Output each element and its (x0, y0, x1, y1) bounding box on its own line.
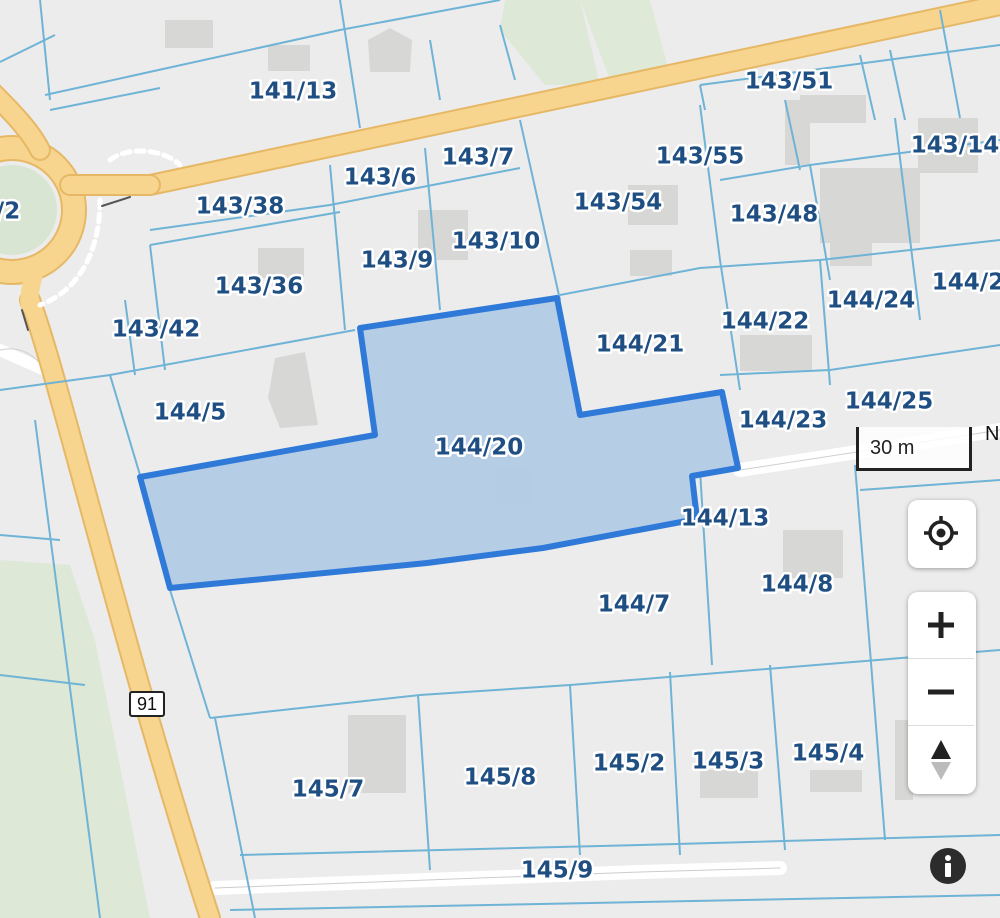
parcel-label[interactable]: 144/25 (842, 386, 935, 417)
parcel-label[interactable]: 143/10 (449, 226, 542, 257)
parcel-label[interactable]: 144/2 (929, 267, 1000, 298)
info-icon (945, 855, 951, 877)
parcel-label[interactable]: 141/13 (246, 76, 339, 107)
parcel-label[interactable]: 143/14 (908, 130, 1000, 161)
parcel-label[interactable]: 143/7 (439, 142, 516, 173)
scale-bar: 30 m (856, 427, 974, 473)
parcel-label[interactable]: 144/23 (736, 405, 829, 436)
compass-button[interactable] (908, 726, 974, 794)
parcel-label[interactable]: 143/38 (193, 191, 286, 222)
parcel-label[interactable]: 143/48 (727, 199, 820, 230)
parcel-label[interactable]: 143/51 (742, 66, 835, 97)
parcel-label[interactable]: 145/7 (289, 774, 366, 805)
parcel-label[interactable]: 144/20 (432, 432, 525, 463)
parcel-label[interactable]: 144/7 (595, 589, 672, 620)
plus-icon (928, 612, 954, 638)
scale-label: 30 m (870, 437, 915, 459)
parcel-label[interactable]: 143/55 (653, 141, 746, 172)
info-button[interactable] (930, 848, 966, 884)
parcel-label[interactable]: 144/5 (151, 397, 228, 428)
parcel-label[interactable]: 145/2 (590, 748, 667, 779)
parcel-label[interactable]: 144/13 (678, 503, 771, 534)
parcel-label[interactable]: 144/22 (718, 306, 811, 337)
road-name-fragment-icon: N (985, 423, 999, 445)
compass-icon (931, 740, 951, 780)
minus-icon (928, 689, 954, 695)
parcel-label[interactable]: 145/4 (789, 738, 866, 769)
locate-button[interactable] (908, 500, 974, 566)
zoom-control (908, 592, 976, 794)
zoom-in-button[interactable] (908, 592, 974, 659)
parcel-label[interactable]: 143/36 (212, 271, 305, 302)
parcel-label[interactable]: 145/8 (461, 762, 538, 793)
parcel-label[interactable]: /2 (0, 196, 23, 227)
zoom-out-button[interactable] (908, 659, 974, 726)
parcel-label[interactable]: 145/9 (518, 855, 595, 886)
road-number-shield: 91 (129, 691, 165, 717)
parcel-label[interactable]: 143/54 (571, 187, 664, 218)
cadastral-map[interactable]: 141/13 143/51 143/7 143/55 143/14 143/6 143/38… (0, 0, 1000, 918)
crosshair-icon (924, 516, 958, 550)
parcel-label[interactable]: 143/6 (341, 162, 418, 193)
locate-control (908, 500, 976, 568)
parcel-label[interactable]: 145/3 (689, 746, 766, 777)
parcel-label[interactable]: 144/24 (824, 285, 917, 316)
parcel-label[interactable]: 144/8 (758, 569, 835, 600)
parcel-label[interactable]: 143/42 (109, 314, 202, 345)
parcel-label[interactable]: 144/21 (593, 329, 686, 360)
parcel-label[interactable]: 143/9 (358, 245, 435, 276)
